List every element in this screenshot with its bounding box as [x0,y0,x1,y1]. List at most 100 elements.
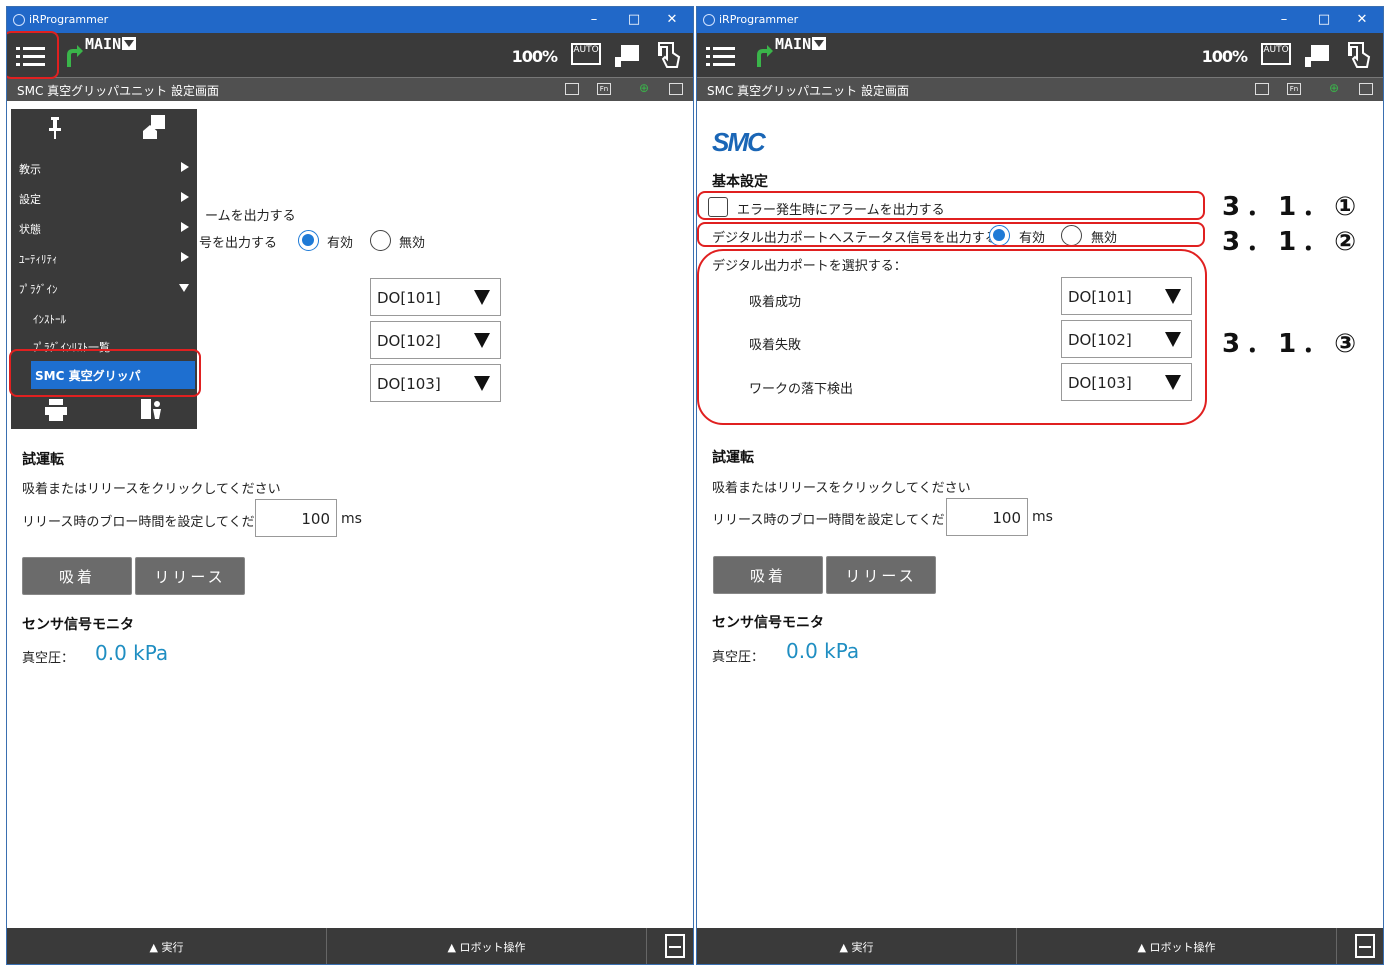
zoom-level: 100% [1201,47,1248,66]
title-bar: iRProgrammer – □ ✕ [7,7,693,33]
menu-item-settings[interactable]: 設定 [11,183,197,213]
bottom-bar: ▲ 実行 ▲ ロボット操作 [697,928,1383,964]
trial-section-title: 試運転 [712,450,754,466]
status-disable-radio[interactable] [370,230,391,251]
enable-label: 有効 [327,236,354,251]
minimize-button[interactable]: – [1269,9,1299,31]
exit-icon[interactable] [141,399,163,421]
chevron-down-icon [179,284,189,292]
zoom-in-icon[interactable]: ⊕ [1327,82,1341,95]
run-button[interactable]: ▲ 実行 [7,928,327,964]
chevron-right-icon [181,192,189,202]
vacuum-value: 0.0 kPa [95,641,169,665]
layout-icon[interactable] [1255,83,1269,95]
zoom-in-icon[interactable]: ⊕ [637,82,651,95]
monitor-section-title: センサ信号モニタ [712,615,824,631]
touch-icon[interactable] [1347,41,1371,69]
maximize-button[interactable]: □ [1309,9,1339,31]
screen-title: SMC 真空グリッパユニット 設定画面 [707,84,909,98]
chevron-right-icon [181,252,189,262]
printer-icon[interactable] [45,399,67,421]
smc-logo: SMC [712,127,766,157]
menu-item-status[interactable]: 状態 [11,213,197,243]
split-view-icon[interactable] [1359,83,1373,95]
dropdown-arrow-icon [474,376,490,391]
menu-subitem-install[interactable]: ｲﾝｽﾄｰﾙ [11,303,197,333]
blow-time-input[interactable]: 100 [946,498,1028,536]
split-view-icon[interactable] [669,83,683,95]
vacuum-label: 真空圧： [712,650,765,665]
blow-time-input[interactable]: 100 [255,499,337,537]
annotation-3-1-2: 3．1．② [1222,227,1363,257]
close-button[interactable]: ✕ [1347,9,1377,31]
pin-icon[interactable] [47,117,63,139]
program-dropdown-icon[interactable] [122,37,137,50]
home-list-icon[interactable] [143,115,165,139]
hamburger-menu-icon[interactable] [699,37,747,75]
touch-icon[interactable] [657,41,681,69]
monitor-section-title: センサ信号モニタ [22,617,134,633]
screen-title-bar: SMC 真空グリッパユニット 設定画面 Fn ⊕ [697,77,1383,101]
basic-settings-title: 基本設定 [712,174,768,190]
vacuum-label: 真空圧： [22,651,75,666]
screen-title: SMC 真空グリッパユニット 設定画面 [17,84,219,98]
release-button[interactable]: リリース [826,556,936,594]
bottom-bar: ▲ 実行 ▲ ロボット操作 [7,928,693,964]
minimize-button[interactable]: – [579,9,609,31]
blow-time-unit: ms [1032,509,1053,525]
trial-instruction: 吸着またはリリースをクリックしてください [712,481,971,496]
window-left: iRProgrammer – □ ✕ MAIN 100% AUTO SMC 真空… [6,6,694,965]
auto-mode-icon[interactable]: AUTO [571,43,601,65]
trial-instruction: 吸着またはリリースをクリックしてください [22,482,281,497]
program-name[interactable]: MAIN [85,35,137,53]
window-right: iRProgrammer – □ ✕ MAIN 100% AUTO SMC 真空… [696,6,1384,965]
save-icon[interactable] [665,934,685,958]
highlight-menu-button [7,31,59,79]
undo-arrow-icon[interactable] [59,41,83,71]
run-button[interactable]: ▲ 実行 [697,928,1017,964]
disable-label: 無効 [399,236,426,251]
port-select-drop-detect[interactable]: DO[103] [370,364,501,402]
chevron-right-icon [181,222,189,232]
undo-arrow-icon[interactable] [749,41,773,71]
menu-item-teach[interactable]: 教示 [11,153,197,183]
port-select-suction-success[interactable]: DO[101] [370,278,501,316]
save-icon[interactable] [1355,934,1375,958]
teach-pendant-icon[interactable] [613,43,641,69]
program-dropdown-icon[interactable] [812,37,827,50]
fn-icon[interactable]: Fn [1287,83,1301,95]
screen-title-bar: SMC 真空グリッパユニット 設定画面 Fn ⊕ [7,77,693,101]
menu-item-plugin[interactable]: ﾌﾟﾗｸﾞｲﾝ [11,273,197,303]
highlight-port-selection [697,249,1207,425]
release-button[interactable]: リリース [135,557,245,595]
port-select-suction-failure[interactable]: DO[102] [370,321,501,359]
alarm-label-partial: ームを出力する [205,209,296,224]
robot-operation-button[interactable]: ▲ ロボット操作 [1017,928,1337,964]
auto-mode-icon[interactable]: AUTO [1261,43,1291,65]
app-title: iRProgrammer [29,13,109,26]
highlight-smc-menu-item [9,349,201,397]
dropdown-arrow-icon [474,333,490,348]
trial-section-title: 試運転 [22,452,64,468]
annotation-3-1-1: 3．1．① [1222,192,1363,222]
layout-icon[interactable] [565,83,579,95]
suction-button[interactable]: 吸着 [22,557,132,595]
suction-button[interactable]: 吸着 [713,556,823,594]
zoom-level: 100% [511,47,558,66]
chevron-right-icon [181,162,189,172]
blow-time-label: リリース時のブロー時間を設定してください [712,513,971,528]
fn-icon[interactable]: Fn [597,83,611,95]
robot-operation-button[interactable]: ▲ ロボット操作 [327,928,647,964]
blow-time-label: リリース時のブロー時間を設定してください [22,515,281,530]
toolbar: MAIN 100% AUTO [7,33,693,77]
highlight-alarm-setting [697,191,1205,220]
close-button[interactable]: ✕ [657,9,687,31]
maximize-button[interactable]: □ [619,9,649,31]
teach-pendant-icon[interactable] [1303,43,1331,69]
status-enable-radio[interactable] [298,230,319,251]
program-name[interactable]: MAIN [775,35,827,53]
app-title: iRProgrammer [719,13,799,26]
blow-time-unit: ms [341,511,362,527]
menu-item-utility[interactable]: ﾕｰﾃｨﾘﾃｨ [11,243,197,273]
title-bar: iRProgrammer – □ ✕ [697,7,1383,33]
